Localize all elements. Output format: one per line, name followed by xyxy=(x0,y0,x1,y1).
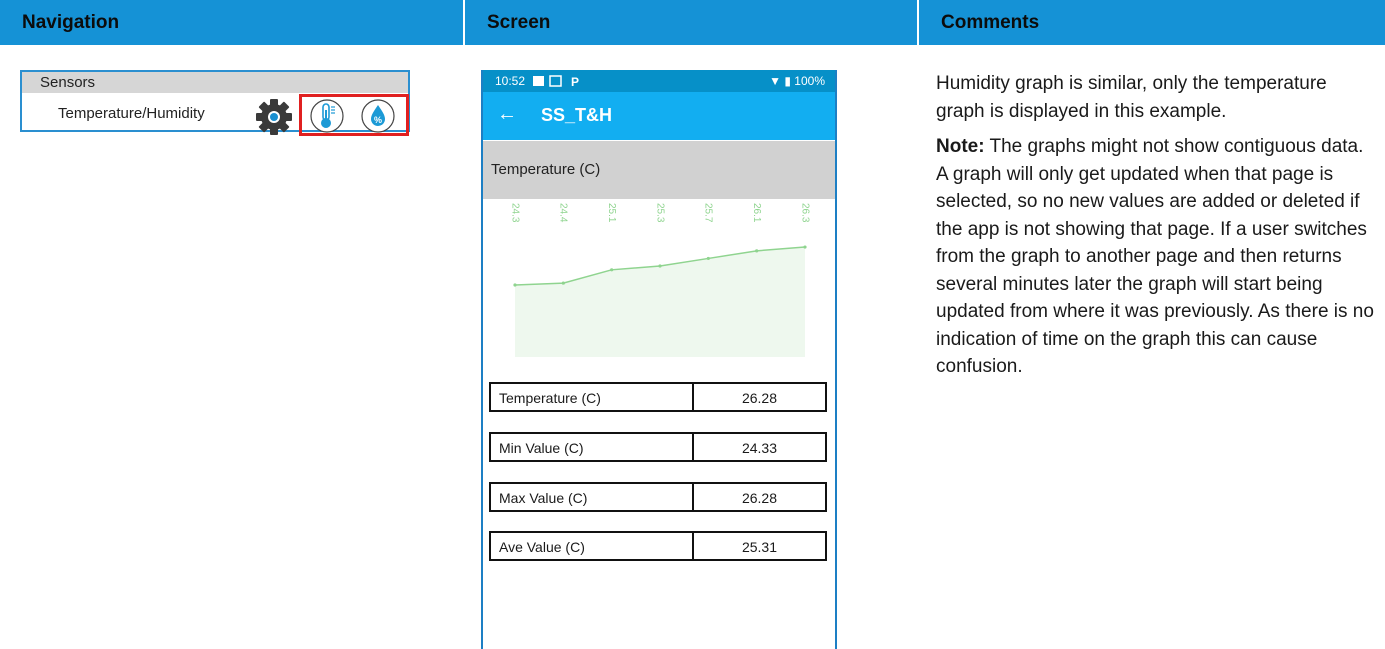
notification-icons: P xyxy=(533,75,579,87)
value-row-min: Min Value (C) 24.33 xyxy=(489,432,827,462)
chart-data-label: 24.3 xyxy=(509,203,520,223)
value-row-temperature: Temperature (C) 26.28 xyxy=(489,382,827,412)
row-label: Min Value (C) xyxy=(499,440,584,456)
chart-data-label: 26.3 xyxy=(799,203,810,223)
thermometer-icon[interactable] xyxy=(310,99,344,133)
chart-data-label: 25.3 xyxy=(654,203,665,223)
comment-paragraph: Humidity graph is similar, only the temp… xyxy=(936,73,1327,122)
svg-text:%: % xyxy=(374,115,382,125)
sensors-card: Sensors Temperature/Humidity % xyxy=(20,70,410,136)
app-bar: ← SS_T&H xyxy=(483,92,835,140)
table-header: Navigation Screen Comments xyxy=(0,0,1385,45)
header-comments: Comments xyxy=(941,12,1040,33)
sensor-item-label: Temperature/Humidity xyxy=(58,105,205,122)
comment-note: Note: The graphs might not show contiguo… xyxy=(936,133,1376,381)
chart-point xyxy=(803,245,807,249)
header-navigation: Navigation xyxy=(22,12,120,33)
row-label: Ave Value (C) xyxy=(499,539,585,555)
status-right: ▼ ▮ 100% xyxy=(769,74,825,88)
header-screen: Screen xyxy=(487,12,551,33)
section-title: Temperature (C) xyxy=(491,161,601,178)
phone-screen: 10:52 P ▼ ▮ 100% ← SS_T&H Temperature (C… xyxy=(481,70,837,649)
highlighted-icons-box: % xyxy=(299,94,409,136)
battery-level: 100% xyxy=(794,74,825,88)
chart-area xyxy=(515,247,805,357)
comments-text: Humidity graph is similar, only the temp… xyxy=(936,70,1376,389)
value-row-average: Ave Value (C) 25.31 xyxy=(489,531,827,561)
chart-data-label: 25.1 xyxy=(606,203,617,223)
note-text: The graphs might not show contiguous dat… xyxy=(936,136,1374,377)
row-value: 26.28 xyxy=(741,490,778,506)
note-label: Note: xyxy=(936,136,985,157)
gear-icon[interactable] xyxy=(254,97,294,137)
row-label: Max Value (C) xyxy=(499,490,588,506)
app-title: SS_T&H xyxy=(541,105,613,125)
row-value: 25.31 xyxy=(741,539,778,555)
row-value: 24.33 xyxy=(741,440,778,456)
chart-point xyxy=(706,256,710,261)
humidity-percent-icon[interactable]: % xyxy=(361,99,395,133)
status-time: 10:52 xyxy=(495,74,526,88)
chart-point xyxy=(561,281,565,285)
sensors-title: Sensors xyxy=(22,72,408,93)
chart-point xyxy=(513,283,517,287)
chart-data-label: 26.1 xyxy=(751,203,762,223)
chart-data-label: 25.7 xyxy=(703,203,714,223)
row-label: Temperature (C) xyxy=(499,390,601,406)
chart-point xyxy=(658,264,662,268)
chart-point xyxy=(755,249,759,253)
temperature-chart: 24.3 24.4 25.1 25.3 25.7 26.1 26.3 xyxy=(509,203,810,357)
chart-point xyxy=(610,268,614,272)
status-bar: 10:52 P ▼ ▮ 100% xyxy=(483,70,835,92)
back-arrow-icon[interactable]: ← xyxy=(497,103,517,126)
svg-text:P: P xyxy=(571,75,579,87)
value-row-max: Max Value (C) 26.28 xyxy=(489,482,827,512)
chart-data-label: 24.4 xyxy=(558,203,569,223)
row-value: 26.28 xyxy=(741,390,778,406)
